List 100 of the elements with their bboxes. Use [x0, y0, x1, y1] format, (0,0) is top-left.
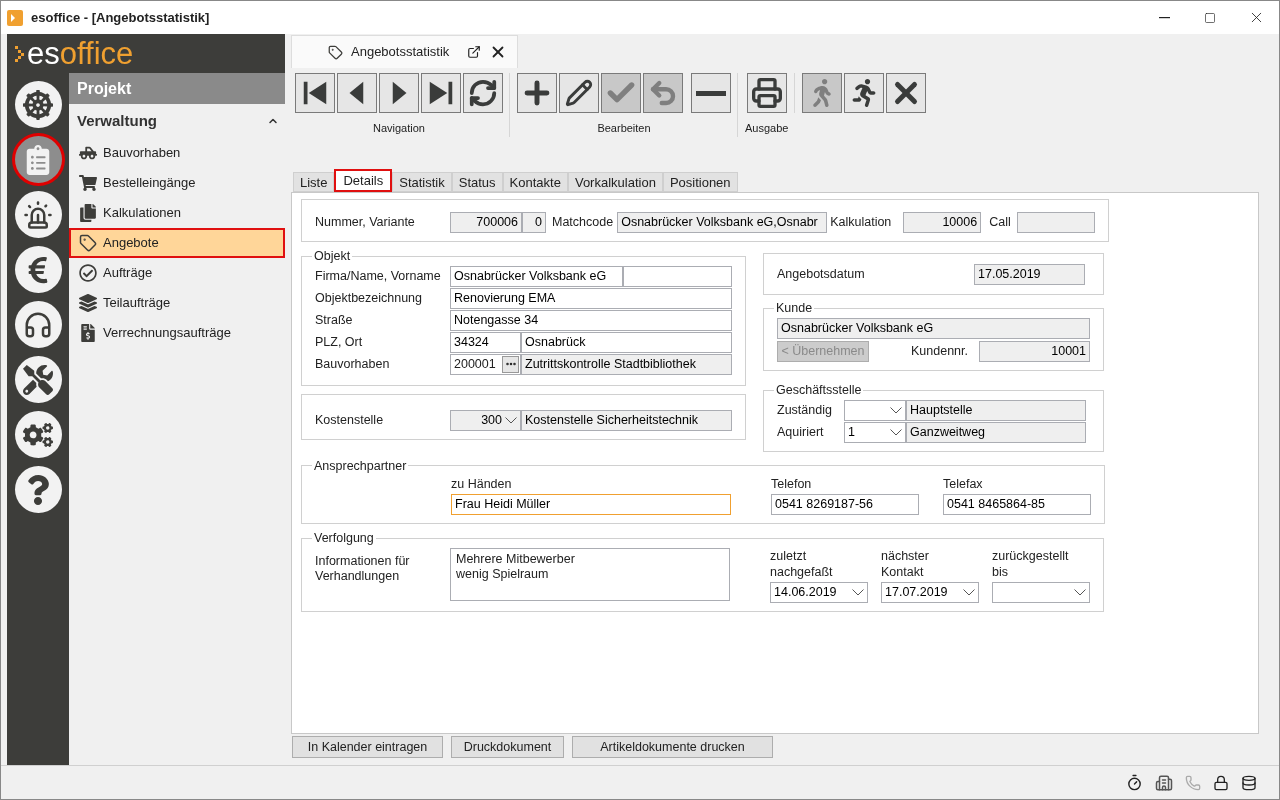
input-field[interactable]: 700006	[450, 212, 522, 233]
documents-icon	[79, 204, 97, 222]
field-label: Bauvorhaben	[315, 355, 391, 373]
database-icon	[1241, 774, 1257, 791]
toolbar-button[interactable]	[421, 73, 461, 113]
input-field[interactable]: 34324	[450, 331, 521, 353]
chevron-down-icon	[505, 416, 517, 424]
tab[interactable]: Status	[451, 172, 503, 192]
field-label: zu Händen	[451, 476, 513, 494]
toolbar-button[interactable]	[691, 73, 731, 113]
input-field[interactable]: Ganzweitweg	[906, 421, 1086, 443]
module-button[interactable]	[14, 356, 62, 403]
maximize-icon	[1204, 11, 1216, 24]
input-field[interactable]: Kostenstelle Sicherheitstechnik	[521, 409, 732, 431]
module-button[interactable]	[14, 411, 62, 458]
toolbar-button[interactable]	[337, 73, 377, 113]
logo: esoffice	[7, 34, 285, 73]
input-field[interactable]: 0541 8269187-56	[771, 494, 919, 515]
input-field[interactable]: Osnabrücker Volksbank eG,Osnabr	[617, 212, 828, 233]
input-field[interactable]: 10006	[903, 212, 982, 233]
tab[interactable]: Liste	[293, 172, 335, 192]
ship-wheel-icon	[23, 89, 53, 120]
input-field[interactable]: Frau Heidi Müller	[451, 494, 731, 515]
menu-item[interactable]: Bauvorhaben	[69, 138, 285, 168]
tab[interactable]: Details	[334, 169, 393, 192]
input-field[interactable]: Notengasse 34	[450, 309, 732, 331]
menu-item[interactable]: Angebote	[69, 228, 285, 258]
field-label: PLZ, Ort	[315, 333, 364, 351]
field-label: Aquiriert	[777, 423, 825, 441]
field-label: Call	[989, 214, 1012, 232]
tab[interactable]: Statistik	[392, 172, 452, 192]
input-field[interactable]: 0	[522, 212, 546, 233]
action-button[interactable]: Artikeldokumente drucken	[572, 736, 773, 758]
chevron-down-icon	[890, 406, 902, 414]
menu-item[interactable]: Verrechnungsaufträge	[69, 318, 285, 348]
module-button[interactable]	[14, 191, 62, 238]
input-field[interactable]	[623, 265, 732, 287]
dropdown-field[interactable]	[844, 399, 906, 421]
module-button[interactable]	[14, 246, 62, 293]
tab[interactable]: Positionen	[662, 172, 738, 192]
layers-icon	[79, 294, 97, 312]
input-field[interactable]: Osnabrück	[521, 331, 732, 353]
toolbar-button[interactable]	[295, 73, 335, 113]
window-title: esoffice - [Angebotsstatistik]	[31, 8, 210, 27]
menu-item[interactable]: Aufträge	[69, 258, 285, 288]
chevron-down-icon	[890, 428, 902, 436]
tab[interactable]: Vorkalkulation	[567, 172, 663, 192]
menu-item[interactable]: Kalkulationen	[69, 198, 285, 228]
dropdown-field[interactable]: 17.07.2019	[881, 581, 979, 603]
input-field[interactable]: Renovierung EMA	[450, 287, 732, 309]
toolbar-button[interactable]	[463, 73, 503, 113]
dropdown-field[interactable]: 1	[844, 421, 906, 443]
dropdown-field[interactable]: 300	[450, 409, 521, 431]
input-field[interactable]: Osnabrücker Volksbank eG	[777, 317, 1090, 339]
input-field[interactable]: 10001	[979, 340, 1090, 362]
toolbar-button[interactable]	[746, 73, 787, 113]
text-area[interactable]: Mehrere Mitbewerber wenig Spielraum	[450, 547, 730, 601]
module-button[interactable]	[14, 136, 62, 183]
field-label: Matchcode	[552, 214, 614, 232]
dropdown-field[interactable]: 14.06.2019	[770, 581, 868, 603]
module-button[interactable]	[14, 301, 62, 348]
group-title: Kunde	[775, 300, 814, 317]
input-field[interactable]: 200001	[450, 353, 521, 375]
field-label: Straße	[315, 311, 354, 329]
cart-icon	[79, 174, 97, 192]
input-field[interactable]: 0541 8465864-85	[943, 494, 1091, 515]
tab[interactable]: Kontakte	[502, 172, 568, 192]
input-field[interactable]: Zutrittskontrolle Stadtbibliothek	[521, 353, 732, 375]
toolbar-button[interactable]	[379, 73, 419, 113]
tag-icon	[328, 44, 343, 60]
chevron-down-icon	[1074, 588, 1086, 596]
toolbar-button[interactable]	[559, 73, 599, 113]
building-icon	[1155, 773, 1173, 792]
input-field[interactable]: Osnabrücker Volksbank eG	[450, 265, 623, 287]
browse-button[interactable]	[502, 355, 519, 373]
siren-icon	[23, 199, 53, 230]
menu-item[interactable]: Bestelleingänge	[69, 168, 285, 198]
input-field[interactable]	[1017, 212, 1096, 233]
input-field[interactable]: 17.05.2019	[974, 264, 1085, 285]
field-label: Telefon	[771, 476, 813, 494]
menu-item[interactable]: Teilaufträge	[69, 288, 285, 318]
dropdown-field[interactable]	[992, 581, 1090, 603]
toolbar-button[interactable]	[844, 73, 885, 113]
field-label: zuletzt nachgefaßt	[770, 547, 834, 581]
toolbar-group-label: Ausgabe	[745, 121, 789, 136]
menu-group[interactable]: Verwaltung	[69, 104, 285, 138]
toolbar-button[interactable]	[517, 73, 557, 113]
pop-out-icon	[467, 45, 482, 59]
group-title: Verfolgung	[313, 530, 375, 547]
module-button[interactable]	[14, 466, 62, 513]
action-button[interactable]: Druckdokument	[451, 736, 564, 758]
lock-icon	[1213, 774, 1229, 791]
action-button[interactable]: In Kalender eintragen	[292, 736, 443, 758]
truck-icon	[79, 144, 97, 162]
minimize-icon	[1158, 16, 1170, 19]
module-button[interactable]	[14, 81, 62, 128]
toolbar-button[interactable]	[886, 73, 927, 113]
field-label: Telefax	[943, 476, 984, 494]
input-field[interactable]: Hauptstelle	[906, 399, 1086, 421]
document-tab[interactable]: Angebotsstatistik	[291, 35, 518, 68]
